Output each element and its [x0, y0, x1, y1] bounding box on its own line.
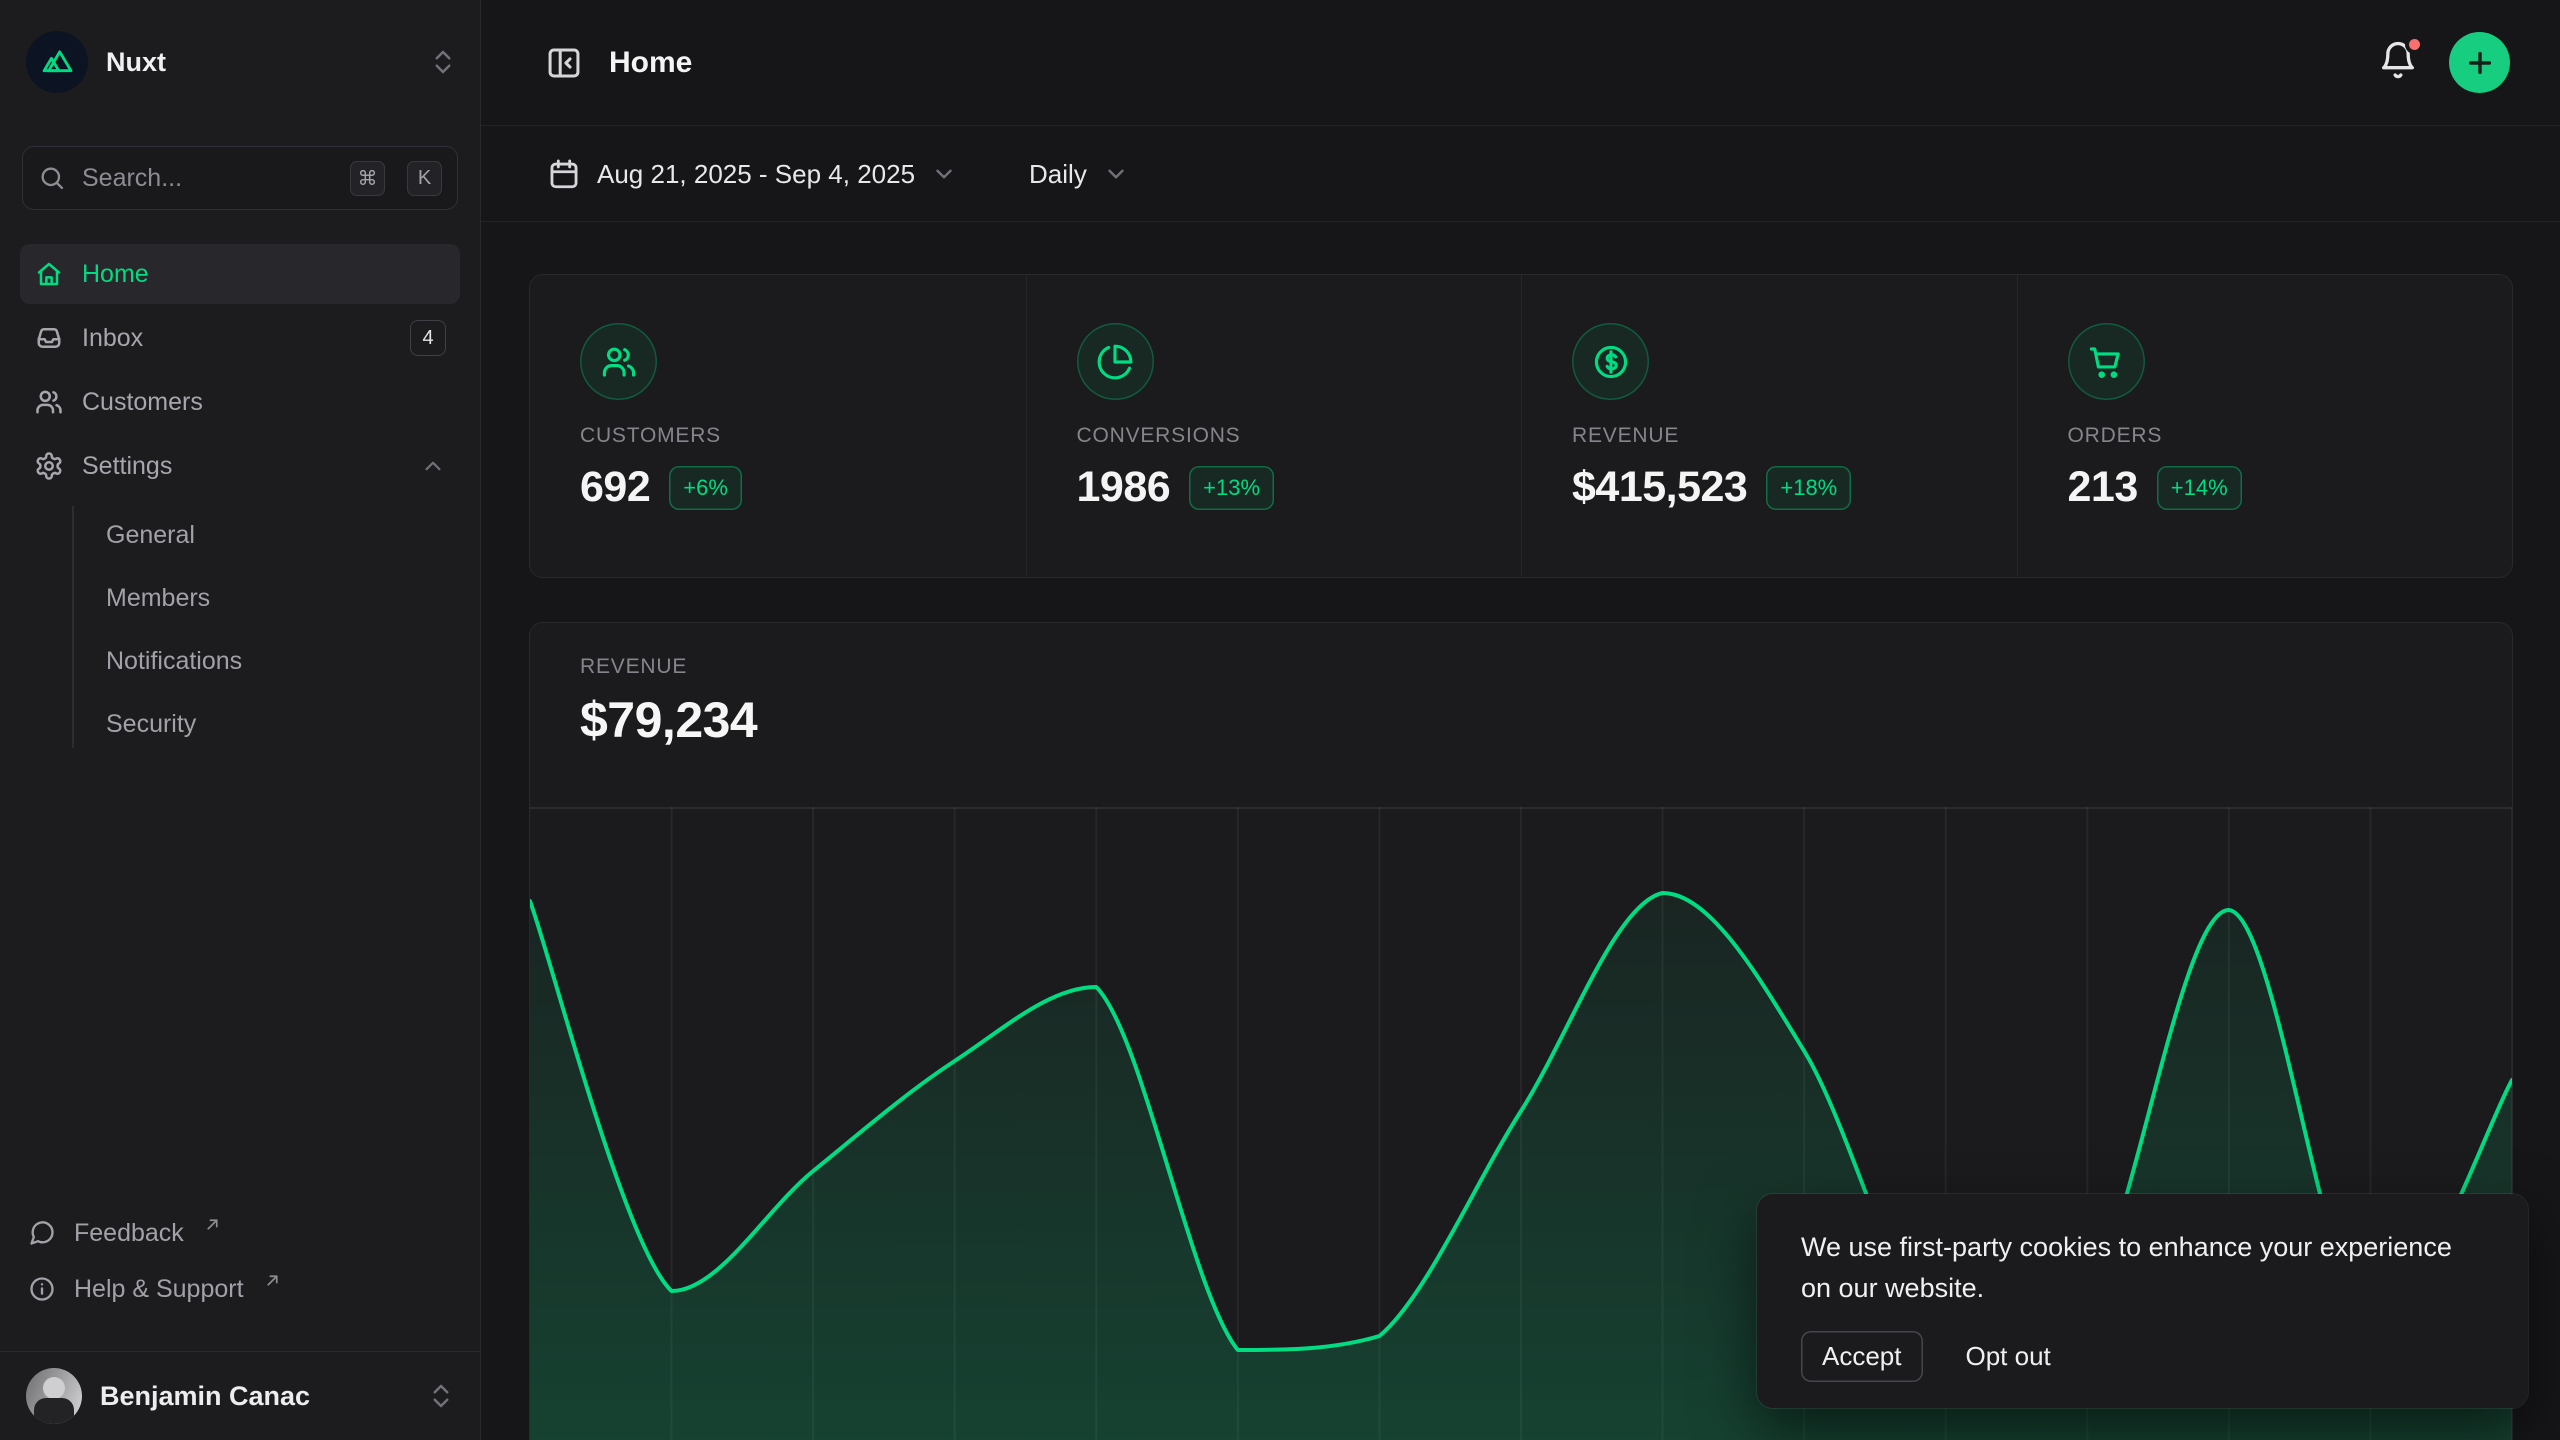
chevrons-up-down-icon [426, 1381, 456, 1411]
sidebar-item-general[interactable]: General [20, 504, 460, 567]
pie-chart-icon [1077, 323, 1154, 400]
inbox-icon [34, 323, 64, 353]
sidebar-collapse-icon[interactable] [545, 44, 583, 82]
search-icon [38, 164, 66, 192]
stat-value: 1986 [1077, 463, 1171, 512]
notification-dot [2405, 35, 2424, 54]
calendar-icon [547, 157, 581, 191]
chevron-down-icon [931, 161, 957, 187]
chevron-up-icon [420, 453, 446, 479]
stat-delta-badge: +18% [1766, 466, 1851, 510]
sidebar-item-home[interactable]: Home [20, 244, 460, 304]
users-icon [580, 323, 657, 400]
inbox-count-badge: 4 [410, 320, 446, 356]
chevron-down-icon [1103, 161, 1129, 187]
stat-revenue: REVENUE $415,523 +18% [1521, 275, 2017, 577]
dollar-circle-icon [1572, 323, 1649, 400]
top-header: Home [481, 0, 2560, 126]
stat-orders: ORDERS 213 +14% [2017, 275, 2513, 577]
sidebar-item-label: Inbox [82, 324, 392, 353]
help-support-link[interactable]: Help & Support [20, 1261, 460, 1317]
sidebar-item-members[interactable]: Members [20, 567, 460, 630]
notifications-button[interactable] [2377, 39, 2419, 86]
external-link-icon [264, 1272, 281, 1289]
stat-value: 692 [580, 463, 650, 512]
home-icon [34, 259, 64, 289]
sidebar-item-notifications[interactable]: Notifications [20, 630, 460, 693]
plus-icon [2464, 47, 2496, 79]
sidebar-item-inbox[interactable]: Inbox 4 [20, 308, 460, 368]
stats-card: CUSTOMERS 692 +6% CONVERSIONS 1986 +13% [529, 274, 2513, 578]
stat-delta-badge: +6% [669, 466, 742, 510]
stat-customers: CUSTOMERS 692 +6% [530, 275, 1026, 577]
sidebar-item-security[interactable]: Security [20, 693, 460, 756]
granularity-select[interactable]: Daily [1029, 159, 1129, 190]
stat-delta-badge: +13% [1189, 466, 1274, 510]
sidebar-bottom: Feedback Help & Support [0, 1205, 480, 1440]
page-title: Home [609, 46, 692, 80]
sidebar-item-label: Settings [82, 452, 402, 481]
avatar [26, 1368, 82, 1424]
date-range-value: Aug 21, 2025 - Sep 4, 2025 [597, 159, 915, 190]
chevrons-up-down-icon [428, 47, 458, 77]
search-placeholder: Search... [82, 164, 334, 193]
users-icon [34, 387, 64, 417]
stat-label: CONVERSIONS [1077, 424, 1522, 448]
kbd-cmd: ⌘ [350, 161, 385, 196]
chat-bubble-icon [28, 1219, 56, 1247]
user-menu[interactable]: Benjamin Canac [0, 1352, 480, 1440]
opt-out-button[interactable]: Opt out [1966, 1341, 2051, 1372]
dashboard-screen: Nuxt Search... ⌘ K [0, 0, 2560, 1440]
workspace-name: Nuxt [106, 47, 410, 78]
info-circle-icon [28, 1275, 56, 1303]
sidebar: Nuxt Search... ⌘ K [0, 0, 481, 1440]
sidebar-item-customers[interactable]: Customers [20, 372, 460, 432]
stat-label: CUSTOMERS [580, 424, 1026, 448]
stat-label: REVENUE [1572, 424, 2017, 448]
sidebar-item-label: Customers [82, 388, 446, 417]
cart-icon [2068, 323, 2145, 400]
nuxt-logo [26, 31, 88, 93]
filter-bar: Aug 21, 2025 - Sep 4, 2025 Daily [481, 127, 2560, 222]
feedback-label: Feedback [74, 1219, 184, 1248]
external-link-icon [204, 1216, 221, 1233]
workspace-switcher[interactable]: Nuxt [26, 30, 458, 94]
feedback-link[interactable]: Feedback [20, 1205, 460, 1261]
cookie-message: We use first-party cookies to enhance yo… [1801, 1227, 2471, 1309]
stat-label: ORDERS [2068, 424, 2513, 448]
add-button[interactable] [2449, 32, 2510, 93]
user-name: Benjamin Canac [100, 1381, 408, 1412]
stat-value: $415,523 [1572, 463, 1747, 512]
stat-conversions: CONVERSIONS 1986 +13% [1026, 275, 1522, 577]
kbd-k: K [407, 161, 442, 196]
help-support-label: Help & Support [74, 1275, 244, 1304]
stat-delta-badge: +14% [2157, 466, 2242, 510]
settings-subnav: General Members Notifications Security [20, 500, 460, 758]
granularity-value: Daily [1029, 159, 1087, 190]
accept-button[interactable]: Accept [1801, 1331, 1923, 1382]
date-range-picker[interactable]: Aug 21, 2025 - Sep 4, 2025 [547, 157, 957, 191]
sidebar-item-settings[interactable]: Settings [20, 436, 460, 496]
revenue-panel-label: REVENUE [580, 655, 2512, 679]
revenue-panel-value: $79,234 [580, 691, 2512, 749]
stat-value: 213 [2068, 463, 2138, 512]
sidebar-nav: Home Inbox 4 [20, 244, 460, 758]
gear-icon [34, 451, 64, 481]
sidebar-item-label: Home [82, 260, 446, 289]
cookie-banner: We use first-party cookies to enhance yo… [1757, 1194, 2528, 1408]
search-input[interactable]: Search... ⌘ K [22, 146, 458, 210]
